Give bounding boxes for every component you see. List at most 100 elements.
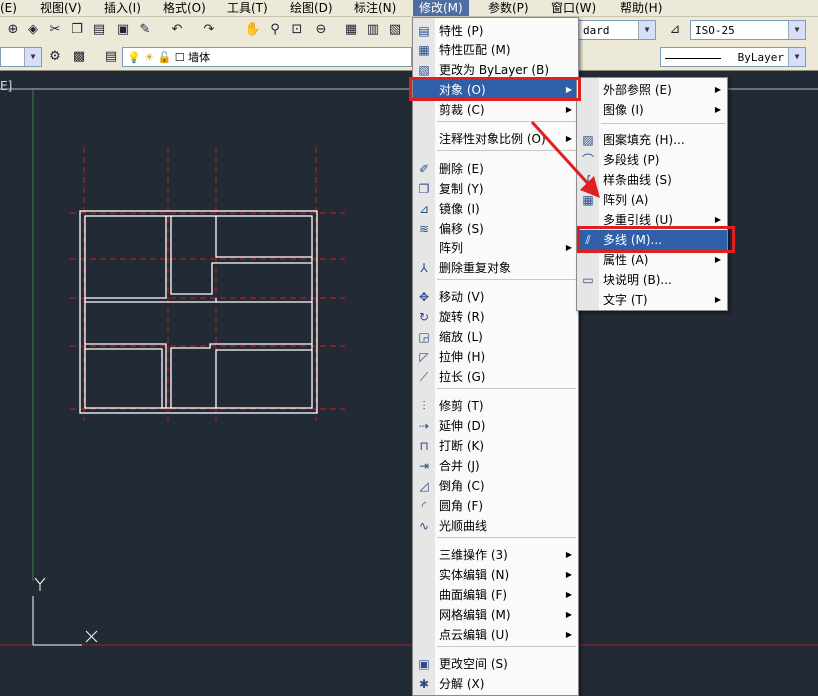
menu-item[interactable]: 文字 (T) ▶	[577, 290, 727, 310]
menu-tools[interactable]: 工具(T)	[227, 0, 268, 16]
menu-item[interactable]: ▦ 特性匹配 (M)	[413, 40, 578, 60]
menu-item[interactable]: ⌒ 多段线 (P)	[577, 150, 727, 170]
pan-icon[interactable]: ✋	[244, 21, 262, 39]
menu-item[interactable]: ✱ 分解 (X)	[413, 674, 578, 694]
menu-item[interactable]: ✥ 移动 (V)	[413, 287, 578, 307]
tool-palette-icon[interactable]: ▧	[386, 21, 404, 39]
properties-icon: ▤	[418, 24, 430, 38]
menu-edit[interactable]: (E)	[0, 0, 17, 16]
gear-icon[interactable]: ⚙	[46, 48, 64, 66]
menu-item[interactable]: ✐ 删除 (E)	[413, 159, 578, 179]
menu-item[interactable]: 注释性对象比例 (O) ▶	[413, 129, 578, 149]
menu-item[interactable]: 实体编辑 (N) ▶	[413, 565, 578, 585]
properties-palette-icon[interactable]: ▦	[342, 21, 360, 39]
menu-item-label: 合并 (J)	[439, 459, 480, 473]
menu-item[interactable]: ▦ 阵列 (A)	[577, 190, 727, 210]
menu-item-label: 多线 (M)...	[603, 233, 662, 247]
menu-item[interactable]: ◿ 倒角 (C)	[413, 476, 578, 496]
workspace-combo[interactable]: ▼	[0, 47, 42, 67]
blank-icon-slot	[416, 587, 432, 603]
layer-properties-icon[interactable]: ▤	[102, 48, 120, 66]
cut-icon[interactable]: ✂	[46, 21, 64, 39]
menu-item[interactable]: ⫽ 多线 (M)...	[577, 230, 727, 250]
menu-item[interactable]: ◜ 圆角 (F)	[413, 496, 578, 516]
menu-item[interactable]: ◲ 缩放 (L)	[413, 327, 578, 347]
menu-item[interactable]: 外部参照 (E) ▶	[577, 80, 727, 100]
menu-item[interactable]: ❐ 复制 (Y)	[413, 179, 578, 199]
menu-modify[interactable]: 修改(M)	[413, 0, 469, 16]
menu-item[interactable]: ⇥ 合并 (J)	[413, 456, 578, 476]
submenu-arrow-icon: ▶	[565, 550, 572, 559]
menu-item[interactable]: ▣ 更改空间 (S)	[413, 654, 578, 674]
menu-item[interactable]: 三维操作 (3) ▶	[413, 545, 578, 565]
menu-item[interactable]: 点云编辑 (U) ▶	[413, 625, 578, 645]
dimension-style-combo[interactable]: ISO-25 ▼	[690, 20, 806, 40]
menu-item[interactable]: 网格编辑 (M) ▶	[413, 605, 578, 625]
menu-item-label: 特性匹配 (M)	[439, 43, 511, 57]
menu-item[interactable]: ▨ 图案填充 (H)...	[577, 130, 727, 150]
menu-item[interactable]: ∫ 样条曲线 (S)	[577, 170, 727, 190]
menu-item[interactable]: ⅄ 删除重复对象	[413, 258, 578, 278]
submenu-arrow-icon: ▶	[714, 105, 721, 114]
menu-draw[interactable]: 绘图(D)	[290, 0, 333, 16]
match-icon[interactable]: ▣	[114, 21, 132, 39]
brush-icon[interactable]: ✎	[136, 21, 154, 39]
text-style-value: dard	[583, 24, 610, 37]
submenu-arrow-icon: ▶	[565, 610, 572, 619]
redo-icon[interactable]: ↷	[200, 21, 218, 39]
menu-item-label: 三维操作 (3)	[439, 548, 508, 562]
menu-view[interactable]: 视图(V)	[40, 0, 82, 16]
menu-item[interactable]: ⇢ 延伸 (D)	[413, 416, 578, 436]
menu-item[interactable]: 曲面编辑 (F) ▶	[413, 585, 578, 605]
text-style-combo[interactable]: dard ▼	[578, 20, 656, 40]
copy-clip-icon[interactable]: ❐	[68, 21, 86, 39]
menu-parametric[interactable]: 参数(P)	[488, 0, 529, 16]
menu-item[interactable]: ▤ 特性 (P)	[413, 21, 578, 41]
linetype-combo[interactable]: ByLayer ▼	[660, 47, 806, 67]
menu-insert[interactable]: 插入(I)	[104, 0, 141, 16]
orbit-icon[interactable]: ◈	[24, 21, 42, 39]
menu-item-label: 镜像 (I)	[439, 202, 480, 216]
menu-item[interactable]: 剪裁 (C) ▶	[413, 100, 578, 120]
menu-dimension[interactable]: 标注(N)	[354, 0, 396, 16]
menu-item[interactable]: ◸ 拉伸 (H)	[413, 347, 578, 367]
layer-combo[interactable]: 💡 ☀ 🔓 ☐ 墙体	[122, 47, 412, 67]
menu-item[interactable]: ▭ 块说明 (B)...	[577, 270, 727, 290]
submenu-arrow-icon: ▶	[714, 295, 721, 304]
menu-item[interactable]: 多重引线 (U) ▶	[577, 210, 727, 230]
spline-icon: ∫	[584, 173, 592, 187]
menu-item[interactable]: 阵列 ▶	[413, 238, 578, 258]
menu-item[interactable]: ⊓ 打断 (K)	[413, 436, 578, 456]
dimension-style-icon[interactable]: ⊿	[666, 21, 684, 39]
zoom-window-icon[interactable]: ⊡	[288, 21, 306, 39]
zoom-previous-icon[interactable]: ⊖	[312, 21, 330, 39]
linetype-value: ByLayer	[737, 51, 784, 64]
design-center-icon[interactable]: ▥	[364, 21, 382, 39]
blank-icon-slot	[416, 627, 432, 643]
break-icon: ⊓	[419, 439, 429, 453]
zoom-realtime-icon[interactable]: ⚲	[266, 21, 284, 39]
menu-item[interactable]: 属性 (A) ▶	[577, 250, 727, 270]
undo-icon[interactable]: ↶	[168, 21, 186, 39]
layer-state-icon[interactable]: ▩	[70, 48, 88, 66]
menu-window[interactable]: 窗口(W)	[551, 0, 596, 16]
menu-item[interactable]: ∿ 光顺曲线	[413, 516, 578, 536]
menu-item[interactable]: ↻ 旋转 (R)	[413, 307, 578, 327]
chevron-down-icon: ▼	[24, 48, 41, 66]
menu-item-label: 点云编辑 (U)	[439, 628, 509, 642]
menu-item[interactable]: ⫶ 修剪 (T)	[413, 396, 578, 416]
paste-icon[interactable]: ▤	[90, 21, 108, 39]
menu-item[interactable]: ⊿ 镜像 (I)	[413, 199, 578, 219]
menu-item-label: 图案填充 (H)...	[603, 133, 685, 147]
menu-item-label: 多重引线 (U)	[603, 213, 673, 227]
menu-item[interactable]: ▧ 更改为 ByLayer (B)	[413, 60, 578, 80]
menu-item[interactable]: ⟋ 拉长 (G)	[413, 367, 578, 387]
menu-format[interactable]: 格式(O)	[163, 0, 206, 16]
zoom-icon[interactable]: ⊕	[4, 21, 22, 39]
menu-item-label: 实体编辑 (N)	[439, 568, 510, 582]
menu-item[interactable]: 对象 (O) ▶	[413, 80, 578, 100]
menu-item[interactable]: 图像 (I) ▶	[577, 100, 727, 120]
object-submenu: 外部参照 (E) ▶ 图像 (I) ▶ ▨ 图案填充 (H)... ⌒ 多段线 (P) ∫ 样条曲…	[576, 77, 728, 311]
menu-help[interactable]: 帮助(H)	[620, 0, 662, 16]
menu-item[interactable]: ≋ 偏移 (S)	[413, 219, 578, 239]
